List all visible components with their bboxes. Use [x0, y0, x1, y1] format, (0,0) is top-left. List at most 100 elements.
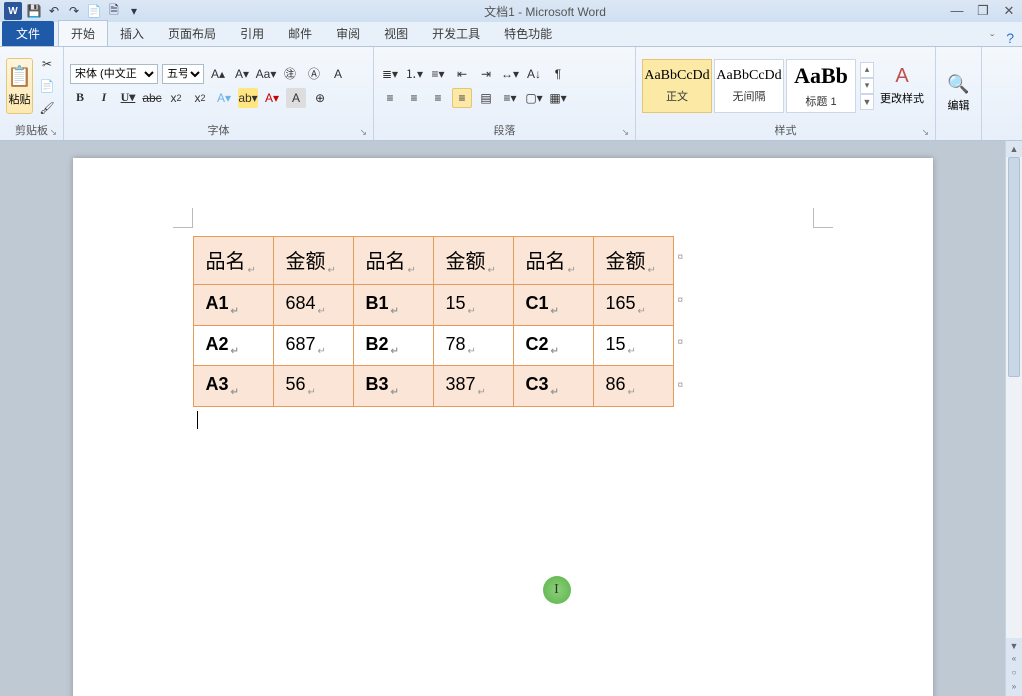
decrease-indent-icon[interactable]: ⇤	[452, 64, 472, 84]
change-styles-button[interactable]: A 更改样式	[878, 65, 926, 106]
window-minimize-icon[interactable]: —	[948, 3, 966, 19]
enclose-char-icon[interactable]: ⊕	[310, 88, 330, 108]
ltr-icon[interactable]: ↔▾	[500, 64, 520, 84]
table-header-cell[interactable]: 金额↵	[273, 237, 353, 285]
sort-icon[interactable]: A↓	[524, 64, 544, 84]
style-more-icon[interactable]: ▼	[860, 94, 874, 110]
table-cell[interactable]: B3↵	[353, 366, 433, 407]
table-cell[interactable]: 15↵	[593, 325, 673, 366]
text-cursor-line[interactable]	[197, 411, 813, 429]
table-header-cell[interactable]: 品名↵	[193, 237, 273, 285]
table-cell[interactable]: B1↵	[353, 285, 433, 326]
tab-home[interactable]: 开始	[58, 20, 108, 46]
browse-object-icon[interactable]: ○	[1006, 668, 1022, 682]
table-header-cell[interactable]: 金额↵	[593, 237, 673, 285]
align-justify-icon[interactable]: ≡	[452, 88, 472, 108]
help-icon[interactable]: ?	[1000, 30, 1020, 46]
table-row[interactable]: A3↵ 56↵ B3↵ 387↵ C3↵ 86↵	[193, 366, 673, 407]
scroll-thumb[interactable]	[1008, 157, 1020, 377]
borders-icon[interactable]: ▦▾	[548, 88, 568, 108]
find-button[interactable]: 🔍 编辑	[942, 74, 975, 113]
align-left-icon[interactable]: ≡	[380, 88, 400, 108]
scroll-up-icon[interactable]: ▲	[1006, 141, 1022, 157]
table-cell[interactable]: A3↵	[193, 366, 273, 407]
char-border-icon[interactable]: A	[328, 64, 348, 84]
tab-review[interactable]: 审阅	[324, 21, 372, 46]
style-up-icon[interactable]: ▴	[860, 62, 874, 78]
tab-insert[interactable]: 插入	[108, 21, 156, 46]
font-color-button[interactable]: A▾	[262, 88, 282, 108]
window-close-icon[interactable]: ✕	[1000, 3, 1018, 19]
table-cell[interactable]: 78↵	[433, 325, 513, 366]
format-painter-icon[interactable]: 🖌	[37, 98, 57, 118]
style-normal[interactable]: AaBbCcDd 正文	[642, 59, 712, 113]
table-row[interactable]: A1↵ 684↵ B1↵ 15↵ C1↵ 165↵	[193, 285, 673, 326]
line-spacing-icon[interactable]: ≡▾	[500, 88, 520, 108]
tab-special[interactable]: 特色功能	[492, 21, 564, 46]
tab-mailings[interactable]: 邮件	[276, 21, 324, 46]
qat-undo-icon[interactable]: ↶	[46, 3, 62, 19]
show-marks-icon[interactable]: ¶	[548, 64, 568, 84]
font-name-select[interactable]: 宋体 (中文正	[70, 64, 158, 84]
change-case-icon[interactable]: Aa▾	[256, 64, 276, 84]
phonetic-guide-icon[interactable]: ㊟	[280, 64, 300, 84]
qat-save-icon[interactable]: 💾	[26, 3, 42, 19]
table-cell[interactable]: 15↵	[433, 285, 513, 326]
prev-page-icon[interactable]: «	[1006, 654, 1022, 668]
subscript-button[interactable]: x2	[166, 88, 186, 108]
table-cell[interactable]: 56↵	[273, 366, 353, 407]
styles-launcher-icon[interactable]: ↘	[921, 127, 929, 138]
align-right-icon[interactable]: ≡	[428, 88, 448, 108]
table-header-cell[interactable]: 金额↵	[433, 237, 513, 285]
clear-format-icon[interactable]: Ⓐ	[304, 64, 324, 84]
qat-doc2-icon[interactable]: 🗎	[106, 3, 122, 19]
table-cell[interactable]: C3↵	[513, 366, 593, 407]
font-launcher-icon[interactable]: ↘	[359, 127, 367, 138]
qat-more-icon[interactable]: ▾	[126, 3, 142, 19]
table-cell[interactable]: 165↵	[593, 285, 673, 326]
table-header-row[interactable]: 品名↵ 金额↵ 品名↵ 金额↵ 品名↵ 金额↵	[193, 237, 673, 285]
numbering-icon[interactable]: ⒈▾	[404, 64, 424, 84]
tab-view[interactable]: 视图	[372, 21, 420, 46]
shrink-font-icon[interactable]: A▾	[232, 64, 252, 84]
highlight-button[interactable]: ab▾	[238, 88, 258, 108]
tab-developer[interactable]: 开发工具	[420, 21, 492, 46]
tab-references[interactable]: 引用	[228, 21, 276, 46]
scroll-track[interactable]	[1006, 157, 1022, 638]
clipboard-launcher-icon[interactable]: ↘	[49, 127, 57, 138]
page-container[interactable]: 品名↵ 金额↵ 品名↵ 金额↵ 品名↵ 金额↵ A1↵ 684↵ B1↵ 15↵…	[0, 141, 1005, 696]
page[interactable]: 品名↵ 金额↵ 品名↵ 金额↵ 品名↵ 金额↵ A1↵ 684↵ B1↵ 15↵…	[73, 158, 933, 696]
document-table[interactable]: 品名↵ 金额↵ 品名↵ 金额↵ 品名↵ 金额↵ A1↵ 684↵ B1↵ 15↵…	[193, 236, 674, 407]
tab-file[interactable]: 文件	[2, 21, 54, 46]
table-cell[interactable]: A1↵	[193, 285, 273, 326]
table-cell[interactable]: 687↵	[273, 325, 353, 366]
strikethrough-button[interactable]: abc	[142, 88, 162, 108]
style-heading1[interactable]: AaBb 标题 1	[786, 59, 856, 113]
distribute-icon[interactable]: ▤	[476, 88, 496, 108]
shading-icon[interactable]: ▢▾	[524, 88, 544, 108]
underline-button[interactable]: U▾	[118, 88, 138, 108]
superscript-button[interactable]: x2	[190, 88, 210, 108]
table-header-cell[interactable]: 品名↵	[513, 237, 593, 285]
qat-redo-icon[interactable]: ↷	[66, 3, 82, 19]
table-header-cell[interactable]: 品名↵	[353, 237, 433, 285]
tab-layout[interactable]: 页面布局	[156, 21, 228, 46]
text-effects-icon[interactable]: A▾	[214, 88, 234, 108]
style-no-spacing[interactable]: AaBbCcDd 无间隔	[714, 59, 784, 113]
vertical-scrollbar[interactable]: ▲ ▼ « ○ »	[1005, 141, 1022, 696]
bullets-icon[interactable]: ≣▾	[380, 64, 400, 84]
paragraph-launcher-icon[interactable]: ↘	[621, 127, 629, 138]
copy-icon[interactable]: 📄	[37, 76, 57, 96]
table-cell[interactable]: B2↵	[353, 325, 433, 366]
table-cell[interactable]: A2↵	[193, 325, 273, 366]
qat-doc1-icon[interactable]: 📄	[86, 3, 102, 19]
table-cell[interactable]: C1↵	[513, 285, 593, 326]
char-shading-icon[interactable]: A	[286, 88, 306, 108]
table-cell[interactable]: 387↵	[433, 366, 513, 407]
next-page-icon[interactable]: »	[1006, 682, 1022, 696]
table-cell[interactable]: 684↵	[273, 285, 353, 326]
multilevel-icon[interactable]: ≡▾	[428, 64, 448, 84]
italic-button[interactable]: I	[94, 88, 114, 108]
style-down-icon[interactable]: ▾	[860, 78, 874, 94]
bold-button[interactable]: B	[70, 88, 90, 108]
